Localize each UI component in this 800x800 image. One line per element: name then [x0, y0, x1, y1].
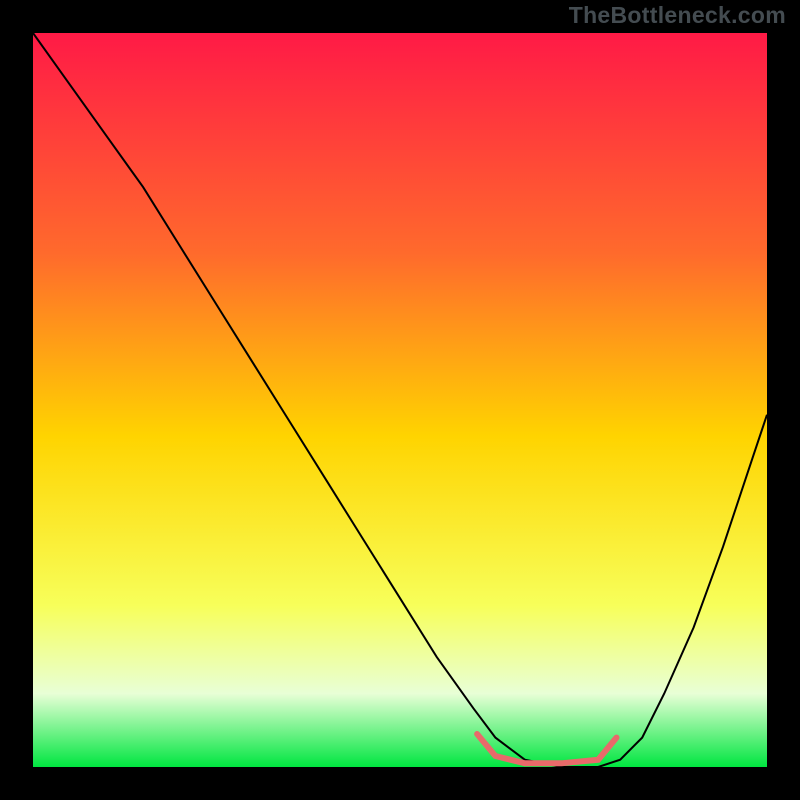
watermark-label: TheBottleneck.com [569, 2, 786, 29]
plot-area [33, 33, 767, 767]
chart-frame: TheBottleneck.com [0, 0, 800, 800]
bottleneck-plot [33, 33, 767, 767]
